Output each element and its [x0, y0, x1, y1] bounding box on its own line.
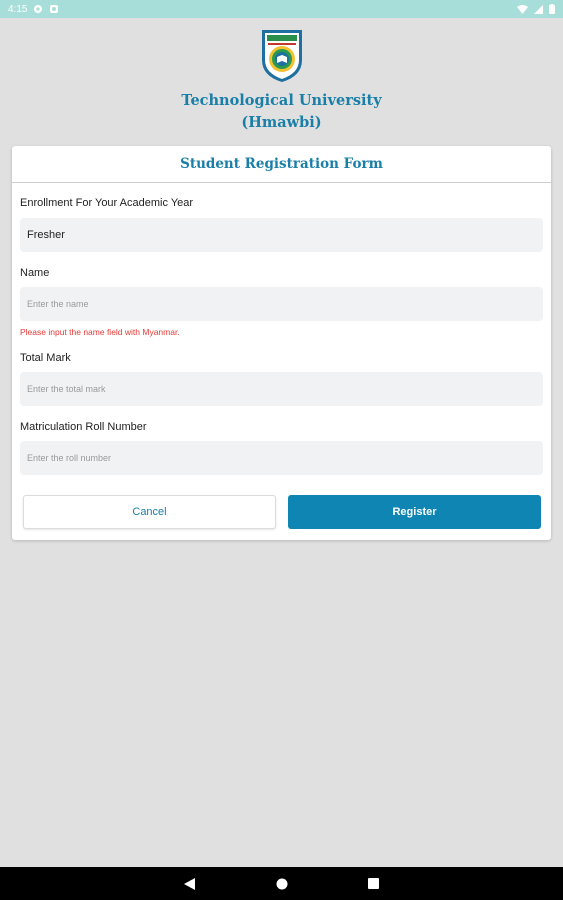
name-input[interactable]: Enter the name — [20, 287, 543, 321]
notification-icon — [49, 4, 59, 14]
academic-year-value: Fresher — [27, 229, 65, 241]
university-name-line1: Technological University — [181, 92, 382, 109]
university-crest-icon — [258, 26, 306, 84]
university-name-line2: (Hmawbi) — [241, 114, 322, 131]
registration-form-card: Student Registration Form Enrollment For… — [12, 146, 551, 540]
system-nav-bar — [0, 867, 563, 900]
home-icon[interactable] — [275, 877, 289, 891]
university-name: Technological University (Hmawbi) — [181, 90, 381, 134]
roll-number-placeholder: Enter the roll number — [27, 453, 112, 463]
roll-number-label: Matriculation Roll Number — [20, 421, 147, 433]
status-bar: 4:15 — [0, 0, 563, 18]
name-label: Name — [20, 267, 50, 279]
roll-number-input[interactable]: Enter the roll number — [20, 441, 543, 475]
signal-icon — [534, 4, 543, 14]
form-header: Student Registration Form — [12, 146, 551, 183]
total-mark-label: Total Mark — [20, 352, 71, 364]
total-mark-placeholder: Enter the total mark — [27, 384, 106, 394]
wifi-icon — [517, 4, 528, 14]
register-button[interactable]: Register — [288, 495, 541, 529]
name-placeholder: Enter the name — [27, 299, 89, 309]
form-title: Student Registration Form — [180, 156, 383, 172]
academic-year-select[interactable]: Fresher — [20, 218, 543, 252]
name-error-message: Please input the name field with Myanmar… — [20, 327, 180, 337]
back-icon[interactable] — [183, 877, 197, 891]
university-header: Technological University (Hmawbi) — [0, 26, 563, 134]
academic-year-label: Enrollment For Your Academic Year — [20, 197, 194, 209]
recents-icon[interactable] — [367, 877, 381, 891]
status-time: 4:15 — [8, 3, 28, 15]
total-mark-input[interactable]: Enter the total mark — [20, 372, 543, 406]
settings-gear-icon — [33, 4, 43, 14]
battery-icon — [549, 4, 555, 14]
cancel-button[interactable]: Cancel — [23, 495, 276, 529]
